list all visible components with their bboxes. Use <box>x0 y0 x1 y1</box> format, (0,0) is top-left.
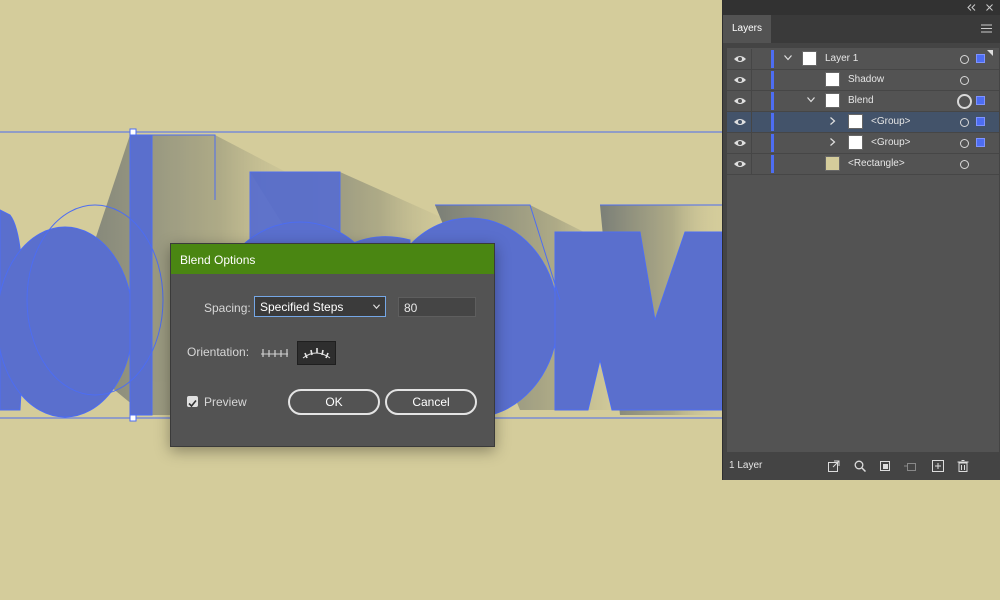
chevron-right-icon[interactable] <box>830 138 836 146</box>
column-divider <box>751 91 752 111</box>
align-to-page-icon <box>261 349 288 357</box>
layer-name: Layer 1 <box>825 53 859 64</box>
layer-row-layer-1[interactable]: Layer 1 <box>727 49 999 70</box>
visibility-eye-icon[interactable] <box>733 96 747 106</box>
checkmark-icon <box>188 399 197 408</box>
chevron-right-icon[interactable] <box>830 117 836 125</box>
align-to-path-button[interactable] <box>297 341 336 365</box>
layers-list: Layer 1 Shadow Blend <Group> <Group> <Re… <box>727 48 999 452</box>
spacing-select-value: Specified Steps <box>260 300 344 314</box>
panel-tab-bar: Layers <box>723 15 1000 43</box>
target-circle-icon[interactable] <box>960 139 969 148</box>
close-panel-icon[interactable] <box>986 4 993 11</box>
column-divider <box>751 154 752 174</box>
layer-name: Blend <box>848 95 874 106</box>
layer-thumbnail <box>825 93 840 108</box>
layer-thumbnail <box>848 114 863 129</box>
selection-indicator[interactable] <box>976 138 985 147</box>
layer-row-blend[interactable]: Blend <box>727 91 999 112</box>
tab-layers[interactable]: Layers <box>723 15 771 43</box>
dialog-title: Blend Options <box>171 244 494 274</box>
layer-thumbnail <box>825 72 840 87</box>
clipping-mask-icon[interactable] <box>879 460 891 472</box>
chevron-down-icon[interactable] <box>807 97 815 103</box>
target-circle-icon[interactable] <box>960 160 969 169</box>
preview-label: Preview <box>204 395 247 409</box>
target-circle-icon[interactable] <box>960 118 969 127</box>
column-divider <box>751 49 752 69</box>
new-sublayer-icon[interactable] <box>904 460 916 472</box>
panel-menu-icon[interactable] <box>981 24 992 33</box>
search-icon[interactable] <box>854 460 866 472</box>
layer-thumbnail <box>848 135 863 150</box>
selection-indicator[interactable] <box>976 96 985 105</box>
layer-row-group-1[interactable]: <Group> <box>727 112 999 133</box>
column-divider <box>751 133 752 153</box>
layer-count: 1 Layer <box>729 460 763 471</box>
visibility-eye-icon[interactable] <box>733 159 747 169</box>
chevron-down-icon <box>373 304 380 310</box>
layer-thumbnail <box>825 156 840 171</box>
layer-row-rectangle[interactable]: <Rectangle> <box>727 154 999 175</box>
cancel-button[interactable]: Cancel <box>385 389 477 415</box>
selection-indicator[interactable] <box>976 117 985 126</box>
visibility-eye-icon[interactable] <box>733 117 747 127</box>
layer-color-bar <box>771 71 774 89</box>
target-circle-icon[interactable] <box>960 55 969 64</box>
layer-name: <Rectangle> <box>848 158 905 169</box>
layer-row-group-2[interactable]: <Group> <box>727 133 999 154</box>
ok-button[interactable]: OK <box>288 389 380 415</box>
visibility-eye-icon[interactable] <box>733 75 747 85</box>
selection-indicator[interactable] <box>976 54 985 63</box>
layer-corner-icon <box>987 50 993 56</box>
trash-icon[interactable] <box>957 460 969 472</box>
layer-color-bar <box>771 50 774 68</box>
layer-row-shadow[interactable]: Shadow <box>727 70 999 91</box>
panel-top-bar <box>723 0 1000 15</box>
preview-checkbox[interactable] <box>187 396 198 408</box>
target-double-circle-icon[interactable] <box>957 94 972 109</box>
chevron-down-icon[interactable] <box>784 55 792 61</box>
align-to-path-icon <box>302 348 331 359</box>
align-to-page-button[interactable] <box>255 341 294 365</box>
steps-input[interactable]: 80 <box>398 297 476 317</box>
column-divider <box>751 112 752 132</box>
layer-color-bar <box>771 113 774 131</box>
panel-footer: 1 Layer <box>723 452 1000 480</box>
layer-name: Shadow <box>848 74 885 85</box>
blend-options-dialog: Blend Options Spacing: Specified Steps 8… <box>170 243 495 447</box>
layer-thumbnail <box>802 51 817 66</box>
new-layer-icon[interactable] <box>932 460 944 472</box>
layer-color-bar <box>771 134 774 152</box>
visibility-eye-icon[interactable] <box>733 54 747 64</box>
target-circle-icon[interactable] <box>960 76 969 85</box>
orientation-label: Orientation: <box>187 345 250 359</box>
layer-color-bar <box>771 92 774 110</box>
collapse-panel-icon[interactable] <box>967 4 976 11</box>
spacing-select[interactable]: Specified Steps <box>254 296 386 317</box>
layer-name: <Group> <box>871 137 911 148</box>
spacing-label: Spacing: <box>204 301 251 315</box>
export-icon[interactable] <box>828 460 840 472</box>
layer-name: <Group> <box>871 116 911 127</box>
layers-panel: Layers Layer 1 Shadow Blend <Group> <Gro… <box>722 0 1000 480</box>
visibility-eye-icon[interactable] <box>733 138 747 148</box>
layer-color-bar <box>771 155 774 173</box>
column-divider <box>751 70 752 90</box>
